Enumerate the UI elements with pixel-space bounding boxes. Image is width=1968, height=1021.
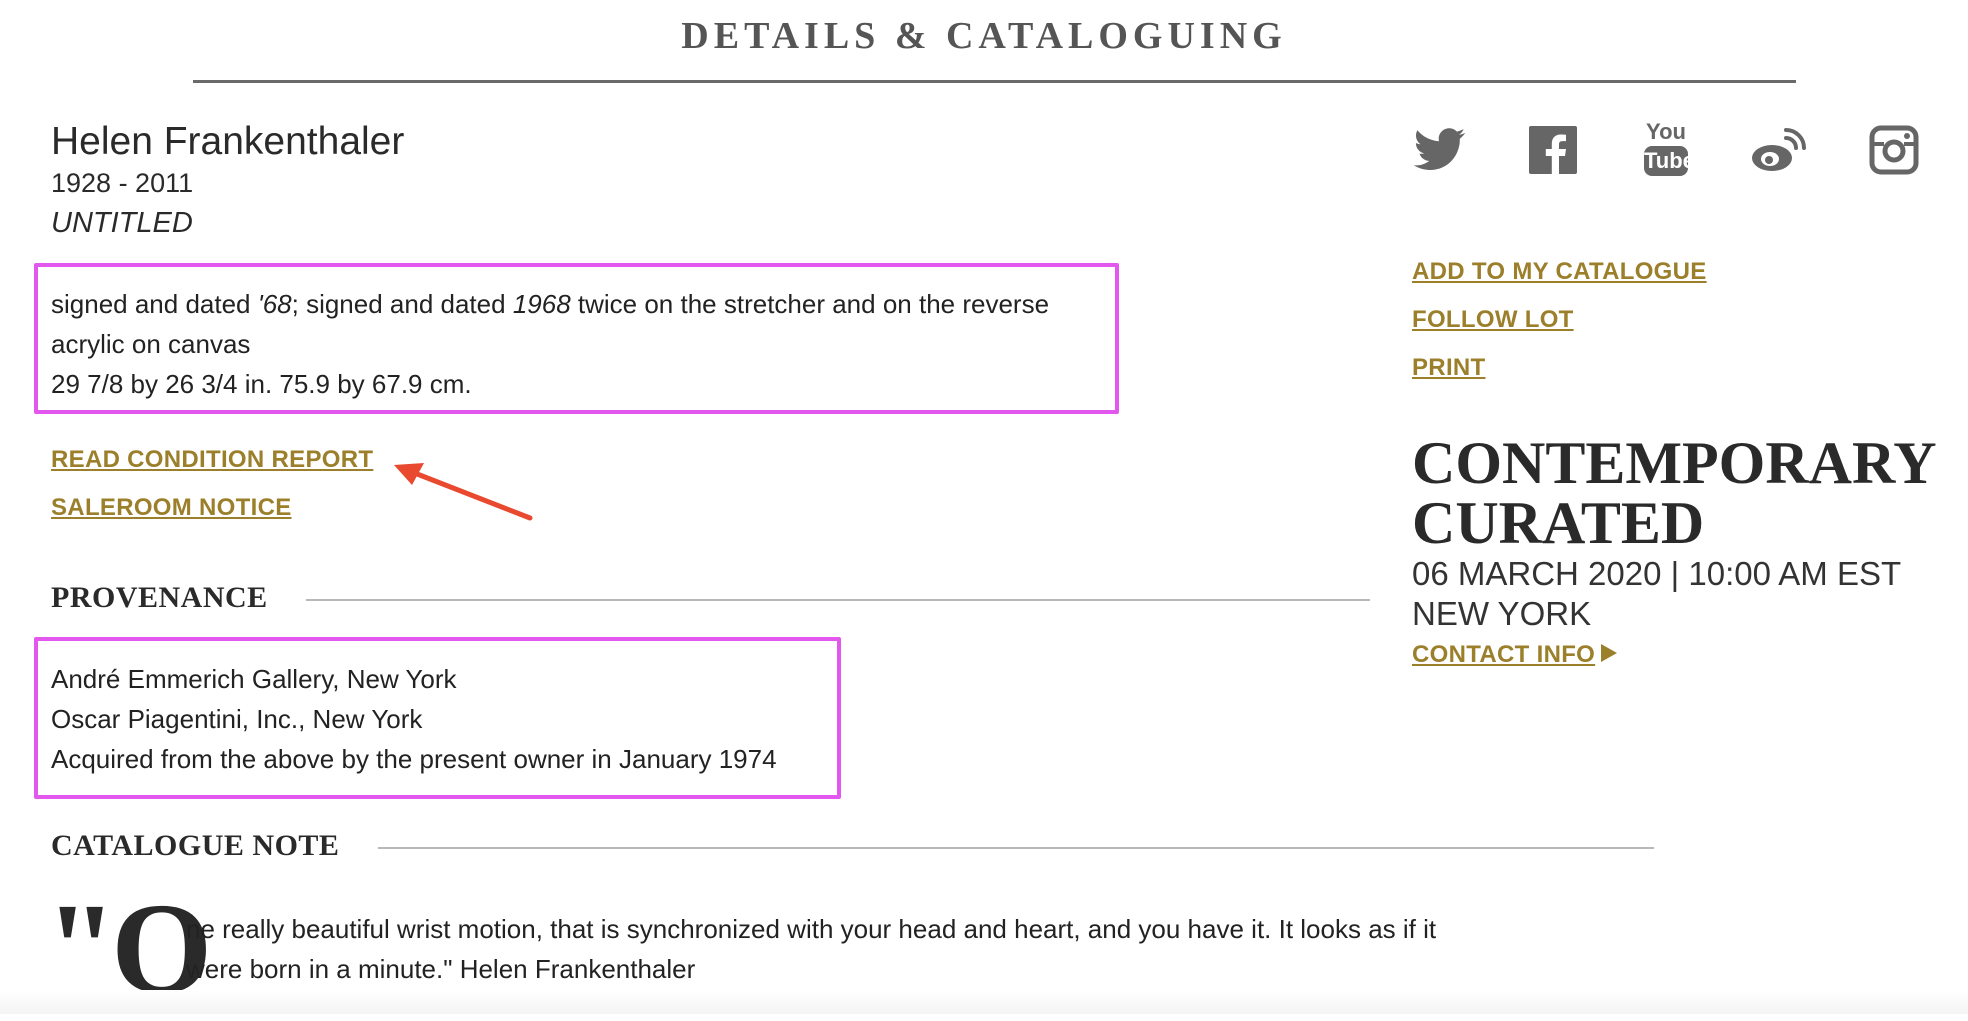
header-divider bbox=[193, 80, 1796, 83]
twitter-icon[interactable] bbox=[1410, 120, 1468, 180]
catalogue-note-divider bbox=[378, 847, 1654, 849]
signature-mid: ; signed and dated bbox=[291, 289, 513, 319]
annotation-arrow-icon bbox=[394, 463, 533, 521]
artist-dates: 1928 - 2011 bbox=[51, 168, 194, 198]
youtube-icon-top: You bbox=[1646, 119, 1686, 144]
youtube-icon[interactable]: You Tube bbox=[1638, 119, 1695, 182]
saleroom-notice-link[interactable]: SALEROOM NOTICE bbox=[51, 494, 292, 522]
catalogue-note-line: were born in a minute." Helen Frankentha… bbox=[186, 954, 696, 984]
read-condition-report-link[interactable]: READ CONDITION REPORT bbox=[51, 446, 373, 474]
instagram-icon[interactable] bbox=[1866, 120, 1924, 180]
signature-suffix: twice on the stretcher and on the revers… bbox=[570, 289, 1050, 319]
play-arrow-icon bbox=[1601, 644, 1618, 662]
weibo-icon[interactable] bbox=[1748, 120, 1806, 180]
print-link[interactable]: PRINT bbox=[1412, 354, 1486, 382]
auction-title-line: CURATED bbox=[1412, 490, 1705, 556]
provenance-divider bbox=[306, 599, 1370, 601]
auction-date: 06 MARCH 2020 | 10:00 AM EST bbox=[1412, 555, 1902, 592]
dimensions-line: 29 7/8 by 26 3/4 in. 75.9 by 67.9 cm. bbox=[51, 369, 472, 399]
signature-year-short: '68 bbox=[257, 289, 292, 319]
signature-prefix: signed and dated bbox=[51, 289, 258, 319]
youtube-icon-bottom: Tube bbox=[1644, 146, 1695, 176]
provenance-heading: PROVENANCE bbox=[51, 581, 268, 614]
contact-info-label: CONTACT INFO bbox=[1412, 641, 1596, 668]
auction-title: CONTEMPORARY CURATED bbox=[1412, 433, 1937, 553]
artist-name: Helen Frankenthaler bbox=[51, 120, 405, 163]
follow-lot-link[interactable]: FOLLOW LOT bbox=[1412, 306, 1574, 334]
add-to-catalogue-link[interactable]: ADD TO MY CATALOGUE bbox=[1412, 258, 1707, 286]
catalogue-note-heading: CATALOGUE NOTE bbox=[51, 829, 340, 862]
page-bottom-edge bbox=[0, 990, 1968, 1014]
artwork-title: UNTITLED bbox=[51, 207, 193, 239]
catalogue-note-line: ne really beautiful wrist motion, that i… bbox=[186, 914, 1437, 944]
auction-title-line: CONTEMPORARY bbox=[1412, 430, 1937, 496]
provenance-entry: Acquired from the above by the present o… bbox=[51, 744, 777, 774]
signature-year-full: 1968 bbox=[512, 289, 571, 319]
facebook-icon[interactable] bbox=[1525, 120, 1583, 180]
auction-location: NEW YORK bbox=[1412, 595, 1592, 632]
medium-line: acrylic on canvas bbox=[51, 329, 251, 359]
provenance-entry: André Emmerich Gallery, New York bbox=[51, 664, 457, 694]
contact-info-link[interactable]: CONTACT INFO bbox=[1412, 641, 1619, 669]
section-header: DETAILS & CATALOGUING bbox=[681, 15, 1287, 57]
signature-line: signed and dated '68; signed and dated 1… bbox=[51, 289, 1049, 320]
provenance-entry: Oscar Piagentini, Inc., New York bbox=[51, 704, 423, 734]
